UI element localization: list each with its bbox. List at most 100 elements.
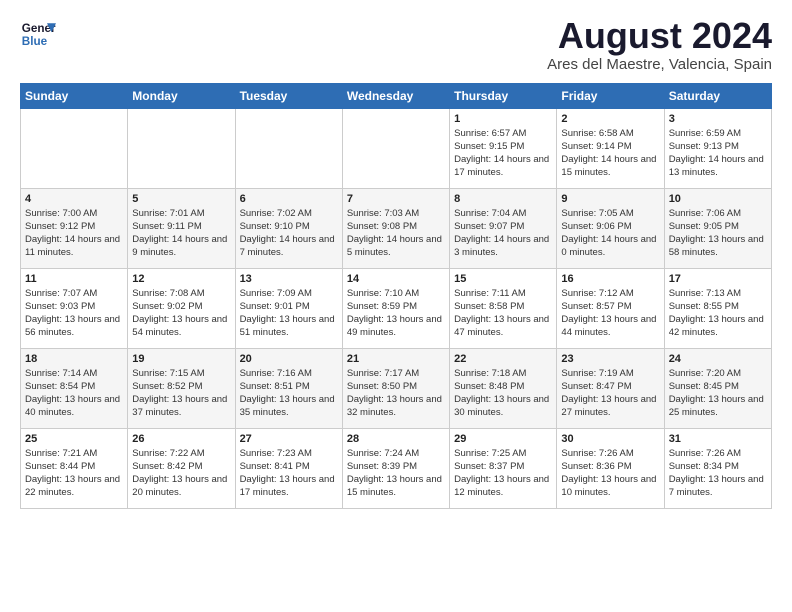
calendar-cell — [235, 108, 342, 188]
calendar-cell: 29 Sunrise: 7:25 AM Sunset: 8:37 PM Dayli… — [450, 428, 557, 508]
day-number: 2 — [561, 113, 659, 125]
weekday-header-tuesday: Tuesday — [235, 83, 342, 108]
calendar-cell: 4 Sunrise: 7:00 AM Sunset: 9:12 PM Daylig… — [21, 188, 128, 268]
calendar-cell: 11Sunrise: 7:07 AM Sunset: 9:03 PM Dayli… — [21, 268, 128, 348]
calendar-cell — [128, 108, 235, 188]
day-number: 24 — [669, 353, 767, 365]
day-number: 6 — [240, 193, 338, 205]
day-info: Sunrise: 7:15 AM Sunset: 8:52 PM Dayligh… — [132, 367, 230, 420]
weekday-header-thursday: Thursday — [450, 83, 557, 108]
day-number: 17 — [669, 273, 767, 285]
calendar-week-5: 25Sunrise: 7:21 AM Sunset: 8:44 PM Dayli… — [21, 428, 772, 508]
day-number: 20 — [240, 353, 338, 365]
calendar-week-2: 4 Sunrise: 7:00 AM Sunset: 9:12 PM Daylig… — [21, 188, 772, 268]
month-year-title: August 2024 — [547, 16, 772, 56]
calendar-table: SundayMondayTuesdayWednesdayThursdayFrid… — [20, 83, 772, 509]
day-number: 10 — [669, 193, 767, 205]
day-number: 31 — [669, 433, 767, 445]
calendar-cell: 13Sunrise: 7:09 AM Sunset: 9:01 PM Dayli… — [235, 268, 342, 348]
logo: General Blue — [20, 16, 56, 52]
day-number: 21 — [347, 353, 445, 365]
calendar-cell: 14Sunrise: 7:10 AM Sunset: 8:59 PM Dayli… — [342, 268, 449, 348]
day-info: Sunrise: 7:22 AM Sunset: 8:42 PM Dayligh… — [132, 447, 230, 500]
day-number: 18 — [25, 353, 123, 365]
calendar-cell: 30 Sunrise: 7:26 AM Sunset: 8:36 PM Dayli… — [557, 428, 664, 508]
calendar-cell: 8Sunrise: 7:04 AM Sunset: 9:07 PM Daylig… — [450, 188, 557, 268]
calendar-cell: 26 Sunrise: 7:22 AM Sunset: 8:42 PM Dayli… — [128, 428, 235, 508]
day-number: 5 — [132, 193, 230, 205]
day-info: Sunrise: 7:19 AM Sunset: 8:47 PM Dayligh… — [561, 367, 659, 420]
location-subtitle: Ares del Maestre, Valencia, Spain — [547, 56, 772, 73]
day-info: Sunrise: 7:18 AM Sunset: 8:48 PM Dayligh… — [454, 367, 552, 420]
title-area: August 2024 Ares del Maestre, Valencia, … — [547, 16, 772, 73]
calendar-cell: 18 Sunrise: 7:14 AM Sunset: 8:54 PM Dayli… — [21, 348, 128, 428]
day-info: Sunrise: 7:23 AM Sunset: 8:41 PM Dayligh… — [240, 447, 338, 500]
day-info: Sunrise: 7:07 AM Sunset: 9:03 PM Dayligh… — [25, 287, 123, 340]
day-info: Sunrise: 7:12 AM Sunset: 8:57 PM Dayligh… — [561, 287, 659, 340]
day-number: 30 — [561, 433, 659, 445]
day-info: Sunrise: 7:02 AM Sunset: 9:10 PM Dayligh… — [240, 207, 338, 260]
calendar-cell: 9Sunrise: 7:05 AM Sunset: 9:06 PM Daylig… — [557, 188, 664, 268]
day-info: Sunrise: 6:59 AM Sunset: 9:13 PM Dayligh… — [669, 127, 767, 180]
day-number: 27 — [240, 433, 338, 445]
weekday-header-sunday: Sunday — [21, 83, 128, 108]
day-info: Sunrise: 7:11 AM Sunset: 8:58 PM Dayligh… — [454, 287, 552, 340]
calendar-cell: 27 Sunrise: 7:23 AM Sunset: 8:41 PM Dayli… — [235, 428, 342, 508]
day-info: Sunrise: 7:17 AM Sunset: 8:50 PM Dayligh… — [347, 367, 445, 420]
day-info: Sunrise: 7:06 AM Sunset: 9:05 PM Dayligh… — [669, 207, 767, 260]
calendar-cell: 31 Sunrise: 7:26 AM Sunset: 8:34 PM Dayli… — [664, 428, 771, 508]
day-number: 12 — [132, 273, 230, 285]
calendar-cell: 7Sunrise: 7:03 AM Sunset: 9:08 PM Daylig… — [342, 188, 449, 268]
calendar-cell: 10 Sunrise: 7:06 AM Sunset: 9:05 PM Dayli… — [664, 188, 771, 268]
day-info: Sunrise: 7:20 AM Sunset: 8:45 PM Dayligh… — [669, 367, 767, 420]
calendar-cell: 22Sunrise: 7:18 AM Sunset: 8:48 PM Dayli… — [450, 348, 557, 428]
day-info: Sunrise: 7:25 AM Sunset: 8:37 PM Dayligh… — [454, 447, 552, 500]
calendar-cell: 12 Sunrise: 7:08 AM Sunset: 9:02 PM Dayli… — [128, 268, 235, 348]
day-number: 14 — [347, 273, 445, 285]
day-info: Sunrise: 7:04 AM Sunset: 9:07 PM Dayligh… — [454, 207, 552, 260]
calendar-week-3: 11Sunrise: 7:07 AM Sunset: 9:03 PM Dayli… — [21, 268, 772, 348]
calendar-week-1: 1Sunrise: 6:57 AM Sunset: 9:15 PM Daylig… — [21, 108, 772, 188]
day-number: 3 — [669, 113, 767, 125]
day-info: Sunrise: 7:00 AM Sunset: 9:12 PM Dayligh… — [25, 207, 123, 260]
day-number: 16 — [561, 273, 659, 285]
weekday-header-monday: Monday — [128, 83, 235, 108]
day-number: 29 — [454, 433, 552, 445]
day-info: Sunrise: 6:57 AM Sunset: 9:15 PM Dayligh… — [454, 127, 552, 180]
calendar-cell: 20 Sunrise: 7:16 AM Sunset: 8:51 PM Dayli… — [235, 348, 342, 428]
calendar-cell: 16 Sunrise: 7:12 AM Sunset: 8:57 PM Dayli… — [557, 268, 664, 348]
day-info: Sunrise: 7:01 AM Sunset: 9:11 PM Dayligh… — [132, 207, 230, 260]
day-number: 15 — [454, 273, 552, 285]
day-info: Sunrise: 7:26 AM Sunset: 8:34 PM Dayligh… — [669, 447, 767, 500]
svg-text:Blue: Blue — [22, 35, 48, 48]
day-number: 23 — [561, 353, 659, 365]
weekday-header-friday: Friday — [557, 83, 664, 108]
calendar-cell: 25Sunrise: 7:21 AM Sunset: 8:44 PM Dayli… — [21, 428, 128, 508]
weekday-header-row: SundayMondayTuesdayWednesdayThursdayFrid… — [21, 83, 772, 108]
day-number: 19 — [132, 353, 230, 365]
day-info: Sunrise: 7:14 AM Sunset: 8:54 PM Dayligh… — [25, 367, 123, 420]
day-number: 13 — [240, 273, 338, 285]
calendar-week-4: 18 Sunrise: 7:14 AM Sunset: 8:54 PM Dayli… — [21, 348, 772, 428]
calendar-cell — [21, 108, 128, 188]
calendar-cell: 1Sunrise: 6:57 AM Sunset: 9:15 PM Daylig… — [450, 108, 557, 188]
calendar-cell: 28Sunrise: 7:24 AM Sunset: 8:39 PM Dayli… — [342, 428, 449, 508]
calendar-cell: 5 Sunrise: 7:01 AM Sunset: 9:11 PM Daylig… — [128, 188, 235, 268]
calendar-cell: 23 Sunrise: 7:19 AM Sunset: 8:47 PM Dayli… — [557, 348, 664, 428]
weekday-header-wednesday: Wednesday — [342, 83, 449, 108]
day-number: 25 — [25, 433, 123, 445]
day-info: Sunrise: 7:05 AM Sunset: 9:06 PM Dayligh… — [561, 207, 659, 260]
calendar-cell: 2 Sunrise: 6:58 AM Sunset: 9:14 PM Daylig… — [557, 108, 664, 188]
day-number: 4 — [25, 193, 123, 205]
day-number: 28 — [347, 433, 445, 445]
day-info: Sunrise: 6:58 AM Sunset: 9:14 PM Dayligh… — [561, 127, 659, 180]
page-header: General Blue August 2024 Ares del Maestr… — [20, 16, 772, 73]
logo-icon: General Blue — [20, 16, 56, 52]
day-info: Sunrise: 7:16 AM Sunset: 8:51 PM Dayligh… — [240, 367, 338, 420]
day-info: Sunrise: 7:26 AM Sunset: 8:36 PM Dayligh… — [561, 447, 659, 500]
calendar-cell: 21 Sunrise: 7:17 AM Sunset: 8:50 PM Dayli… — [342, 348, 449, 428]
calendar-cell: 24 Sunrise: 7:20 AM Sunset: 8:45 PM Dayli… — [664, 348, 771, 428]
day-info: Sunrise: 7:08 AM Sunset: 9:02 PM Dayligh… — [132, 287, 230, 340]
day-number: 26 — [132, 433, 230, 445]
weekday-header-saturday: Saturday — [664, 83, 771, 108]
